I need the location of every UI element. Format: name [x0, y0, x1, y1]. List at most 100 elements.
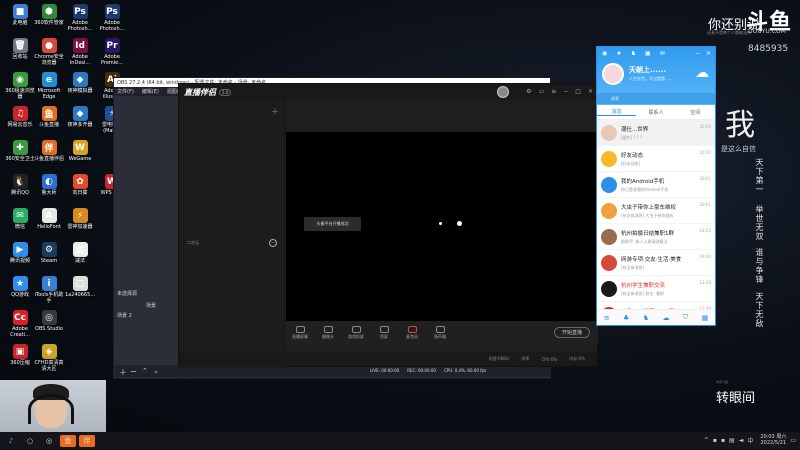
qq-conversation[interactable]: 杭州拍摄日结兼职1群 群助手: 新人入群请改备注 19:52: [597, 224, 715, 250]
minimize-icon[interactable]: −: [695, 50, 700, 57]
user-avatar[interactable]: [497, 86, 509, 98]
obs-move-up-icon[interactable]: ⌃: [142, 367, 148, 375]
qq-conversation[interactable]: 大虫子带你上豪车维权 [有全体消息] 大虫子带你维权 20:01: [597, 198, 715, 224]
desktop-icon[interactable]: ● Chrome安全 浏览器: [33, 38, 65, 66]
skin-icon[interactable]: ▭: [539, 88, 545, 95]
obs-add-scene-icon[interactable]: ＋: [119, 367, 127, 378]
desktop-icon[interactable]: ◆ 夜神模拟器: [64, 72, 96, 94]
tray-app-icon[interactable]: ▪: [713, 437, 717, 444]
tab-contacts[interactable]: 联系人: [636, 109, 675, 116]
settings-icon[interactable]: ⚙: [526, 88, 531, 95]
qq-conversation[interactable]: 好友动态 [好友动态] 20:02: [597, 146, 715, 172]
desktop-icon[interactable]: Ps Adobe Photosh...: [96, 4, 128, 32]
desktop-icon[interactable]: 鱼斗鱼直播: [33, 106, 65, 128]
tool-cast[interactable]: 投屏: [370, 326, 398, 340]
qq-icon[interactable]: ♪: [3, 435, 19, 447]
desktop-icon[interactable]: 伴斗鱼直播伴侣: [33, 140, 65, 162]
tool-microphone[interactable]: 麦克风: [398, 326, 426, 340]
desktop-icon[interactable]: Id Adobe InDesi...: [64, 38, 96, 66]
minimize-icon[interactable]: −: [563, 88, 568, 95]
desktop-icon[interactable]: A HelloFont: [33, 208, 65, 230]
qq-panel[interactable]: ◉ ★ ♞ ▣ ✉ − ✕ 天朝上...... 人生在世，不过就是...... …: [596, 46, 716, 326]
obs-menu-file[interactable]: 文件(F): [117, 88, 134, 95]
menu-icon[interactable]: ≡: [604, 314, 610, 322]
notification-icon[interactable]: ▭: [790, 437, 796, 444]
qq-shop-icon[interactable]: ▣: [645, 50, 651, 57]
obs-remove-scene-icon[interactable]: −: [130, 367, 137, 376]
game-icon[interactable]: ♞: [643, 314, 649, 322]
obs-scene-tab[interactable]: 场景: [146, 302, 156, 309]
desktop-icon[interactable]: ◎ OBS Studio: [33, 310, 65, 332]
scene-label[interactable]: 二次元: [187, 240, 199, 246]
desktop-icon[interactable]: ◈ CFHD高清高 清大区: [33, 344, 65, 372]
tool-screen[interactable]: 直播屏幕: [286, 326, 314, 340]
app-store-icon[interactable]: ▦: [702, 314, 709, 322]
desktop-icon[interactable]: 🐧 腾讯QQ: [4, 174, 36, 196]
qq-game-icon[interactable]: ♞: [631, 50, 636, 57]
desktop-icon[interactable]: ✚ 360安全卫士: [4, 140, 36, 162]
obs-scene-item[interactable]: 场景 2: [117, 312, 132, 319]
qq-mail-icon[interactable]: ✉: [660, 50, 665, 57]
network-icon[interactable]: ▤: [729, 437, 735, 444]
tool-speaker[interactable]: 扬声器: [426, 326, 454, 340]
desktop-icon[interactable]: e Microsoft Edge: [33, 72, 65, 100]
desktop-icon[interactable]: 🗑 回收站: [4, 38, 36, 60]
close-icon[interactable]: ✕: [588, 88, 593, 95]
desktop-icon[interactable]: ♫ 网易云音乐: [4, 106, 36, 128]
douyu-icon[interactable]: 鱼: [60, 435, 76, 447]
app-icon[interactable]: ♣: [623, 314, 629, 322]
desktop-icon[interactable]: ▶ 腾讯视频: [4, 242, 36, 264]
qq-conversation[interactable]: 网游专项·交友·生活·美食 [有全体消息] 19:04: [597, 250, 715, 276]
menu-icon[interactable]: ≡: [551, 88, 556, 95]
tool-game-cast[interactable]: 游戏投屏: [342, 326, 370, 340]
desktop-icon[interactable]: ⚙ Steam: [33, 242, 65, 264]
maximize-icon[interactable]: □: [575, 88, 581, 95]
scene-toggle-icon[interactable]: −: [269, 239, 277, 247]
qq-star-icon[interactable]: ★: [616, 50, 621, 57]
close-icon[interactable]: ✕: [706, 50, 711, 57]
qq-conversation[interactable]: 杭州学生兼职交流 [有全体消息] 群主: 兼职 12:20: [597, 276, 715, 302]
desktop-icon[interactable]: ▢ 1a240665...: [64, 276, 96, 298]
weather-icon[interactable]: ☁: [695, 65, 709, 81]
tab-messages[interactable]: 消息: [597, 108, 637, 116]
desktop-icon[interactable]: Ps Adobe Photosh...: [64, 4, 96, 32]
desktop-icon[interactable]: Pr Adobe Premie...: [96, 38, 128, 66]
qq-signature[interactable]: 人生在世，不过就是......: [629, 76, 673, 82]
qq-conversation[interactable]: 潮仕...世界 [图片] ? ? ? 20:02: [597, 120, 715, 146]
streamer-app-window[interactable]: 直播伴侣 5.0 ⚙ ▭ ≡ − □ ✕ ＋ 二次元 − 头像平台开播成功 直播…: [178, 83, 598, 368]
desktop-icon[interactable]: ▤ 减法: [64, 242, 96, 264]
cloud-icon[interactable]: ☁: [662, 314, 669, 322]
ime-icon[interactable]: 中: [747, 436, 753, 445]
desktop-icon[interactable]: ◐ 鲁大师: [33, 174, 65, 196]
douyu-companion-icon[interactable]: 伴: [79, 435, 95, 447]
tab-space[interactable]: 空间: [676, 109, 715, 116]
start-live-button[interactable]: 开始直播: [554, 327, 590, 338]
tray-app-icon[interactable]: ▪: [721, 437, 725, 444]
desktop-icon[interactable]: ⚡ 雷神加速器: [64, 208, 96, 230]
desktop-icon[interactable]: ✉ 微信: [4, 208, 36, 230]
stream-preview[interactable]: 头像平台开播成功: [286, 132, 598, 321]
tool-camera[interactable]: 摄像头: [314, 326, 342, 340]
desktop-icon[interactable]: ▣ 360压缩: [4, 344, 36, 366]
qq-search-input[interactable]: 搜索: [597, 93, 715, 104]
desktop-icon[interactable]: ◉ 360极速浏览 器: [4, 72, 36, 100]
obs-icon[interactable]: ◎: [41, 435, 57, 447]
tray-expand-icon[interactable]: ^: [704, 437, 709, 444]
desktop-icon[interactable]: ◆ 夜神多开器: [64, 106, 96, 128]
qq-nickname[interactable]: 天朝上......: [629, 65, 666, 75]
qq-conversation[interactable]: 我的Android手机 你已登录我的Android手机 20:01: [597, 172, 715, 198]
search-icon[interactable]: ○: [22, 435, 38, 447]
desktop-icon[interactable]: ⬢ 360软件管家: [33, 4, 65, 26]
obs-menu-edit[interactable]: 编辑(E): [142, 88, 159, 95]
desktop-icon[interactable]: ■ 此电脑: [4, 4, 36, 26]
add-scene-icon[interactable]: ＋: [271, 106, 279, 117]
desktop-icon[interactable]: Cc Adobe Creati...: [4, 310, 36, 338]
volume-icon[interactable]: ◄: [739, 437, 744, 444]
obs-move-down-icon[interactable]: ⌄: [153, 367, 159, 375]
qq-avatar[interactable]: [602, 63, 624, 85]
desktop-icon[interactable]: i iTools手机助 手: [33, 276, 65, 304]
desktop-icon[interactable]: W WeGame: [64, 140, 96, 162]
qq-logo-icon[interactable]: ◉: [602, 50, 607, 57]
clock[interactable]: 20:03 周六 2022/5/21: [760, 434, 786, 446]
desktop-icon[interactable]: ★ QQ游戏: [4, 276, 36, 298]
